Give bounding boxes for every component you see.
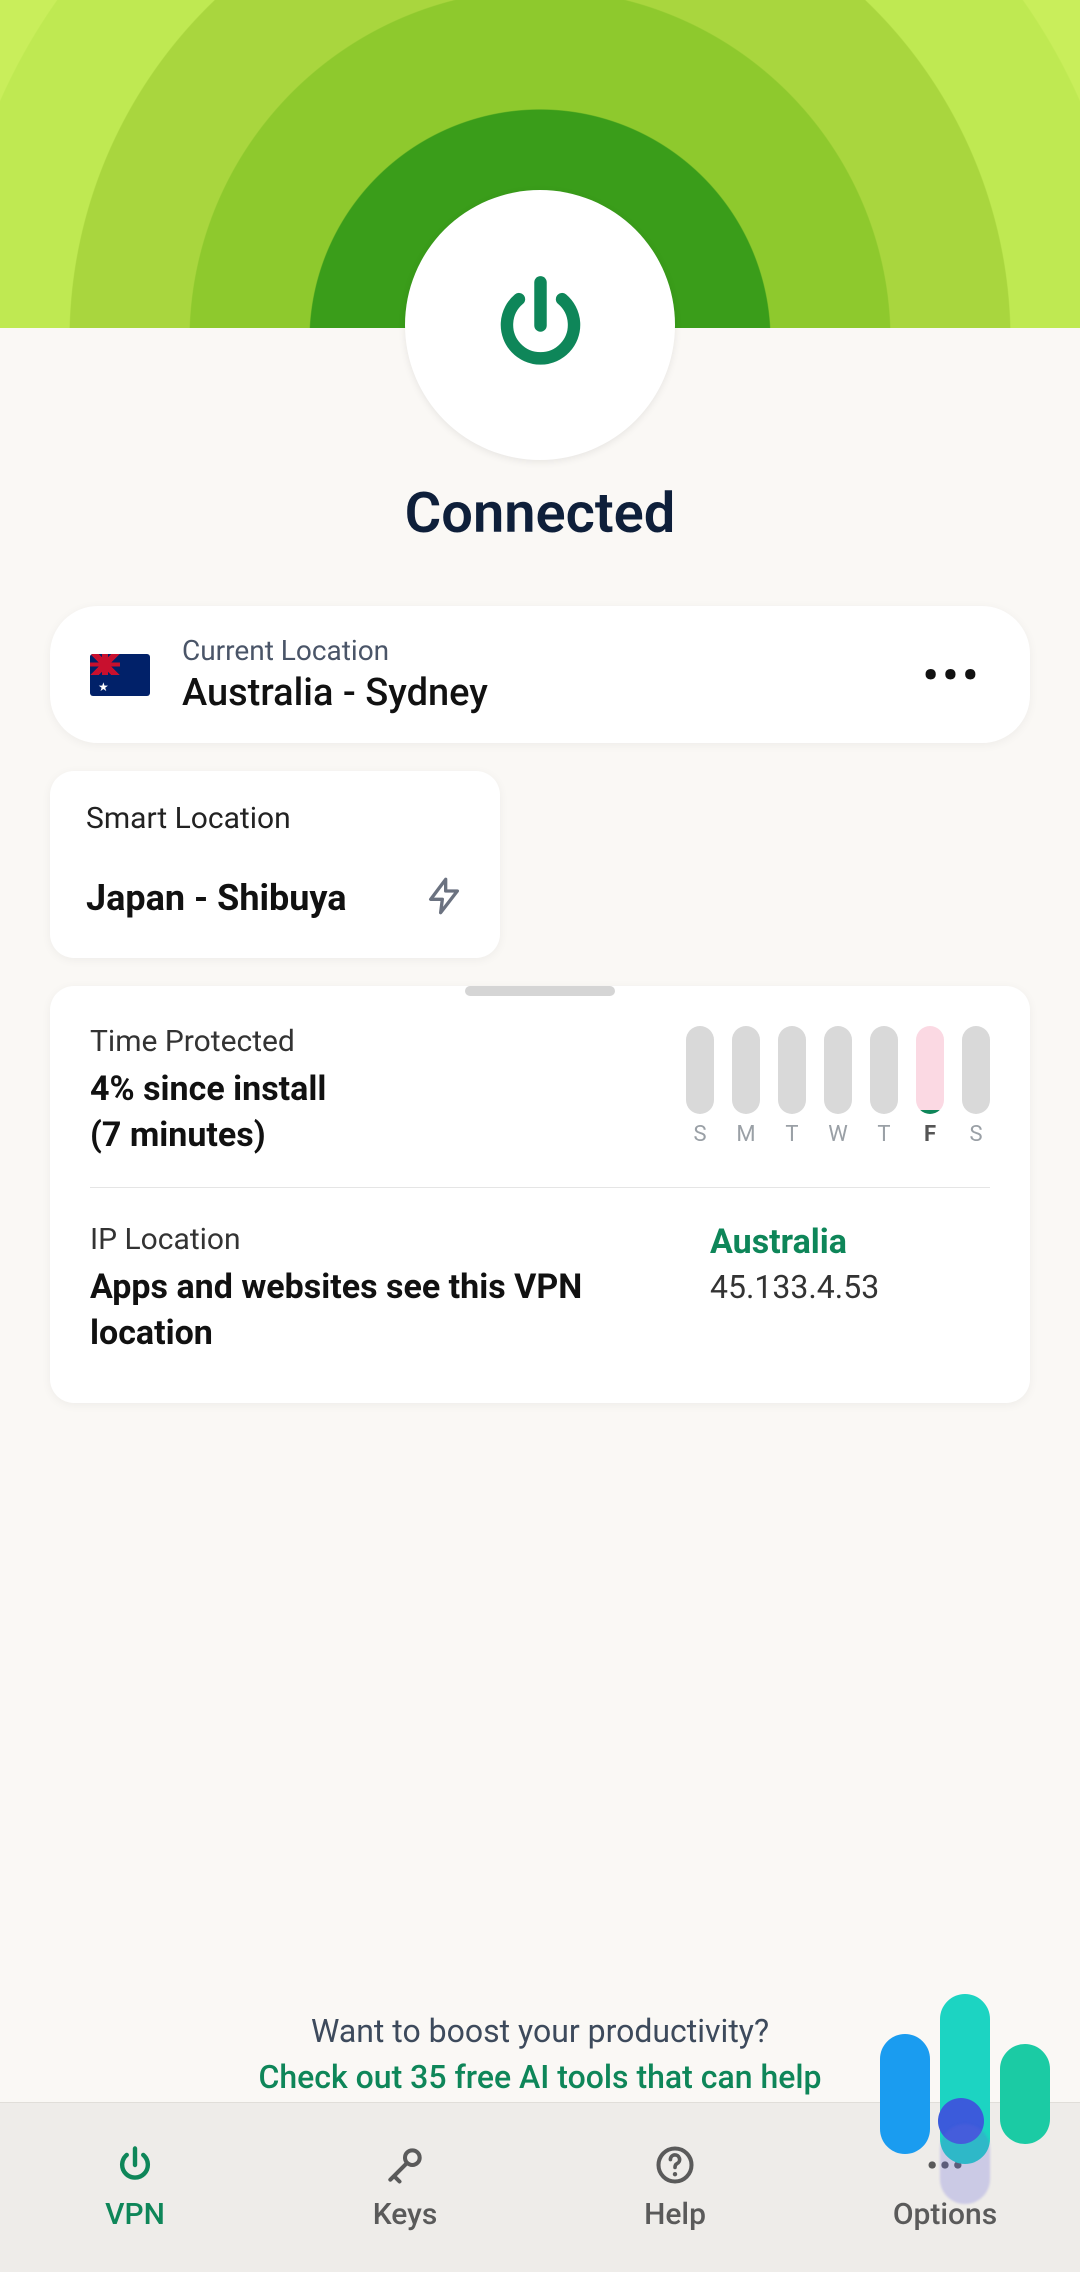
nav-options-label: Options <box>893 2197 997 2232</box>
ip-location-title: IP Location <box>90 1222 690 1257</box>
day-label: W <box>828 1122 848 1147</box>
bolt-icon <box>424 874 464 922</box>
nav-help[interactable]: Help <box>540 2103 810 2272</box>
ip-address: 45.133.4.53 <box>710 1268 990 1306</box>
nav-keys-label: Keys <box>373 2197 438 2232</box>
ip-country: Australia <box>710 1222 990 1262</box>
connection-status: Connected <box>0 480 1080 546</box>
power-icon <box>113 2143 157 2187</box>
day-column: M <box>732 1026 760 1147</box>
power-icon <box>483 263 598 388</box>
current-location-value: Australia - Sydney <box>182 671 923 715</box>
key-icon <box>383 2143 427 2187</box>
day-column: T <box>870 1026 898 1147</box>
current-location-label: Current Location <box>182 634 923 667</box>
day-column: F <box>916 1026 944 1147</box>
day-label: T <box>877 1122 890 1147</box>
day-bar <box>824 1026 852 1114</box>
day-column: T <box>778 1026 806 1147</box>
day-label: T <box>785 1122 798 1147</box>
power-toggle-button[interactable] <box>405 190 675 460</box>
time-protected-line2: (7 minutes) <box>90 1113 686 1159</box>
time-protected-line1: 4% since install <box>90 1067 686 1113</box>
smart-location-label: Smart Location <box>86 801 464 836</box>
location-text: Current Location Australia - Sydney <box>182 634 923 715</box>
promo-line2: Check out 35 free AI tools that can help <box>40 2058 1040 2096</box>
time-protected-section: Time Protected 4% since install (7 minut… <box>50 1006 1030 1187</box>
nav-vpn-label: VPN <box>105 2197 165 2232</box>
time-protected-title: Time Protected <box>90 1024 686 1059</box>
stats-card[interactable]: Time Protected 4% since install (7 minut… <box>50 986 1030 1403</box>
day-bar <box>870 1026 898 1114</box>
day-bar <box>778 1026 806 1114</box>
day-bar <box>916 1026 944 1114</box>
day-bar <box>732 1026 760 1114</box>
cards-container: Current Location Australia - Sydney ••• … <box>0 606 1080 1431</box>
ip-location-desc: Apps and websites see this VPN location <box>90 1265 690 1357</box>
main-content: Connected Current Location Australia - S… <box>0 0 1080 2102</box>
day-column: S <box>686 1026 714 1147</box>
bottom-nav: VPN Keys Help Options <box>0 2102 1080 2272</box>
day-bar <box>962 1026 990 1114</box>
smart-location-card[interactable]: Smart Location Japan - Shibuya <box>50 771 500 958</box>
ip-location-section: IP Location Apps and websites see this V… <box>50 1188 1030 1403</box>
smart-location-value: Japan - Shibuya <box>86 877 347 919</box>
nav-vpn[interactable]: VPN <box>0 2103 270 2272</box>
day-column: S <box>962 1026 990 1147</box>
flag-australia-icon <box>90 654 150 696</box>
help-icon <box>653 2143 697 2187</box>
day-column: W <box>824 1026 852 1147</box>
nav-help-label: Help <box>644 2197 706 2232</box>
options-icon <box>923 2143 967 2187</box>
more-options-icon[interactable]: ••• <box>923 649 982 701</box>
week-bars: SMTWTFS <box>686 1026 990 1147</box>
promo-line1: Want to boost your productivity? <box>40 2012 1040 2050</box>
nav-keys[interactable]: Keys <box>270 2103 540 2272</box>
nav-options[interactable]: Options <box>810 2103 1080 2272</box>
promo-banner[interactable]: Want to boost your productivity? Check o… <box>0 2012 1080 2096</box>
drag-handle[interactable] <box>465 986 615 996</box>
day-bar <box>686 1026 714 1114</box>
day-label: F <box>924 1122 936 1147</box>
day-label: M <box>736 1122 755 1147</box>
day-label: S <box>969 1122 982 1147</box>
day-label: S <box>693 1122 706 1147</box>
current-location-card[interactable]: Current Location Australia - Sydney ••• <box>50 606 1030 743</box>
